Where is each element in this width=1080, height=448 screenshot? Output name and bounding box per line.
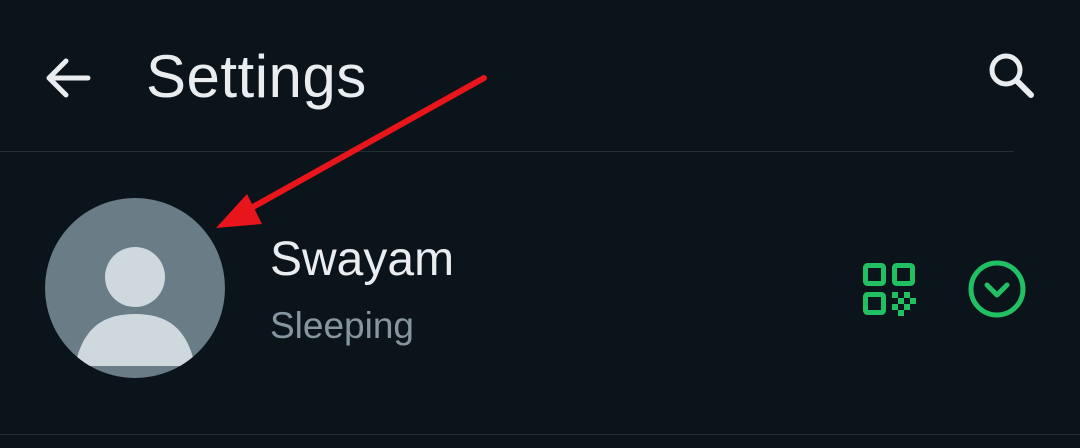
qr-code-icon xyxy=(863,263,916,316)
profile-about: Sleeping xyxy=(270,305,415,346)
chevron-down-circle-icon xyxy=(968,260,1026,318)
qr-code-button[interactable] xyxy=(852,252,926,326)
search-icon xyxy=(989,53,1034,98)
page-title: Settings xyxy=(146,43,367,110)
arrow-left-icon xyxy=(46,58,91,98)
profile-divider xyxy=(0,434,1080,435)
app-bar: Settings xyxy=(0,0,1080,150)
profile-name: Swayam xyxy=(270,233,455,286)
person-avatar-icon xyxy=(75,247,195,366)
expand-profile-button[interactable] xyxy=(960,252,1034,326)
profile-row[interactable]: Swayam Sleeping xyxy=(0,152,1080,434)
settings-screen: Settings Swayam Sleeping xyxy=(0,0,1080,448)
back-button[interactable] xyxy=(30,40,106,116)
avatar[interactable] xyxy=(45,198,225,378)
search-button[interactable] xyxy=(972,36,1052,116)
